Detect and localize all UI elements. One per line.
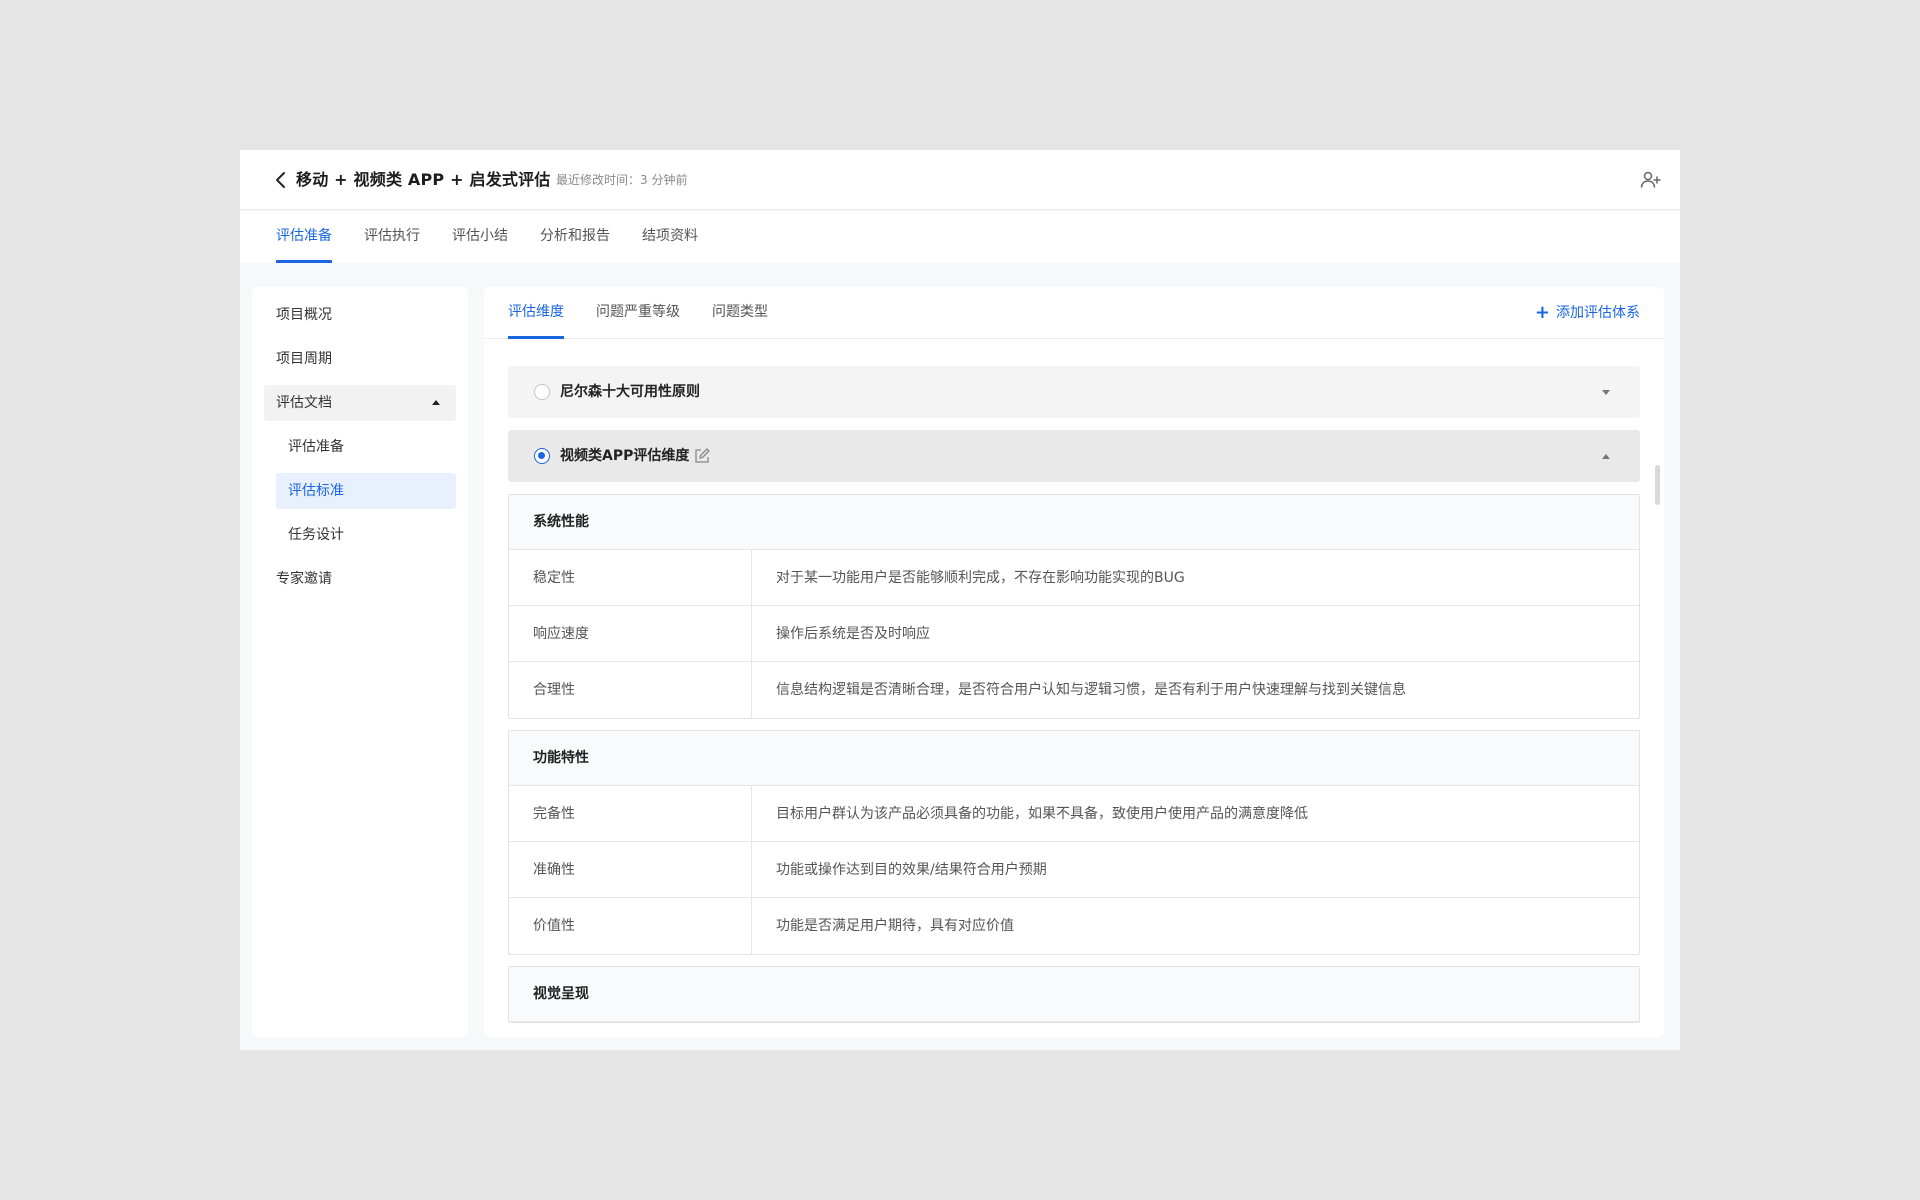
radio-button[interactable] — [534, 384, 550, 400]
title-divider — [539, 171, 540, 189]
table-row: 完备性 目标用户群认为该产品必须具备的功能，如果不具备，致使用户使用产品的满意度… — [509, 786, 1639, 842]
chevron-up-icon[interactable] — [1602, 454, 1610, 459]
page-title: 移动 + 视频类 APP + 启发式评估 — [296, 170, 551, 189]
top-navigation: 评估准备 评估执行 评估小结 分析和报告 结项资料 — [240, 211, 1680, 263]
section-title: 视觉呈现 — [509, 967, 1639, 1022]
table-row: 稳定性 对于某一功能用户是否能够顺利完成，不存在影响功能实现的BUG — [509, 550, 1639, 606]
add-system-button[interactable]: + 添加评估体系 — [1535, 287, 1640, 339]
criterion-description: 功能或操作达到目的效果/结果符合用户预期 — [776, 862, 1047, 878]
section-functionality: 功能特性 完备性 目标用户群认为该产品必须具备的功能，如果不具备，致使用户使用产… — [508, 730, 1640, 955]
tab-evaluation-execution[interactable]: 评估执行 — [364, 211, 420, 263]
criterion-name: 价值性 — [509, 898, 752, 954]
table-row: 响应速度 操作后系统是否及时响应 — [509, 606, 1639, 662]
criterion-name: 响应速度 — [509, 606, 752, 661]
criterion-description: 操作后系统是否及时响应 — [776, 626, 930, 642]
system-row-video-app[interactable]: 视频类APP评估维度 — [508, 430, 1640, 482]
system-row-nielsen[interactable]: 尼尔森十大可用性原则 — [508, 366, 1640, 418]
page-header: 移动 + 视频类 APP + 启发式评估 最近修改时间：3 分钟前 — [240, 150, 1680, 210]
app-window: 移动 + 视频类 APP + 启发式评估 最近修改时间：3 分钟前 评估准备 评… — [240, 150, 1680, 1050]
system-label: 尼尔森十大可用性原则 — [560, 384, 700, 400]
sidebar: 项目概况 项目周期 评估文档 评估准备 评估标准 任务设计 专家邀请 — [252, 287, 468, 1037]
criterion-description: 功能是否满足用户期待，具有对应价值 — [776, 918, 1014, 934]
sidebar-item-schedule[interactable]: 项目周期 — [264, 341, 456, 377]
sidebar-item-label: 评估标准 — [288, 483, 344, 499]
add-system-label: 添加评估体系 — [1556, 305, 1640, 321]
table-row: 准确性 功能或操作达到目的效果/结果符合用户预期 — [509, 842, 1639, 898]
sidebar-item-overview[interactable]: 项目概况 — [264, 297, 456, 333]
edit-icon[interactable] — [693, 447, 711, 465]
main-panel: 评估维度 问题严重等级 问题类型 + 添加评估体系 尼尔森十大可用性原则 视频类… — [484, 287, 1664, 1037]
tab-dimensions[interactable]: 评估维度 — [508, 287, 564, 339]
section-visual-presentation: 视觉呈现 — [508, 966, 1640, 1023]
scrollbar-thumb[interactable] — [1655, 465, 1660, 505]
sidebar-item-label: 评估准备 — [288, 439, 344, 455]
sidebar-item-task-design[interactable]: 任务设计 — [276, 517, 456, 553]
plus-icon: + — [1534, 302, 1550, 323]
sidebar-item-label: 专家邀请 — [276, 571, 332, 587]
tab-issue-types[interactable]: 问题类型 — [712, 287, 768, 339]
table-row: 价值性 功能是否满足用户期待，具有对应价值 — [509, 898, 1639, 954]
sidebar-item-prep[interactable]: 评估准备 — [276, 429, 456, 465]
tab-closing-materials[interactable]: 结项资料 — [642, 211, 698, 263]
sidebar-item-label: 评估文档 — [276, 395, 332, 411]
section-title: 功能特性 — [509, 731, 1639, 786]
section-system-performance: 系统性能 稳定性 对于某一功能用户是否能够顺利完成，不存在影响功能实现的BUG … — [508, 494, 1640, 719]
caret-up-icon — [432, 400, 440, 405]
criterion-name: 稳定性 — [509, 550, 752, 605]
sidebar-item-documents[interactable]: 评估文档 — [264, 385, 456, 421]
tab-evaluation-prep[interactable]: 评估准备 — [276, 211, 332, 263]
add-member-icon[interactable] — [1640, 170, 1662, 190]
sidebar-item-criteria[interactable]: 评估标准 — [276, 473, 456, 509]
tab-evaluation-summary[interactable]: 评估小结 — [452, 211, 508, 263]
last-modified-text: 最近修改时间：3 分钟前 — [556, 173, 688, 187]
dimension-content: 尼尔森十大可用性原则 视频类APP评估维度 系统性能 稳定性 对于某一功能用户是… — [484, 340, 1664, 1037]
tab-analysis-report[interactable]: 分析和报告 — [540, 211, 610, 263]
criterion-description: 信息结构逻辑是否清晰合理，是否符合用户认知与逻辑习惯，是否有利于用户快速理解与找… — [776, 682, 1406, 698]
sidebar-item-label: 项目概况 — [276, 307, 332, 323]
sidebar-item-label: 任务设计 — [288, 527, 344, 543]
radio-button-selected[interactable] — [534, 448, 550, 464]
system-label: 视频类APP评估维度 — [560, 448, 690, 464]
tab-severity-levels[interactable]: 问题严重等级 — [596, 287, 680, 339]
sub-tabs: 评估维度 问题严重等级 问题类型 + 添加评估体系 — [484, 287, 1664, 339]
criterion-description: 对于某一功能用户是否能够顺利完成，不存在影响功能实现的BUG — [776, 570, 1185, 586]
sidebar-item-label: 项目周期 — [276, 351, 332, 367]
back-arrow-icon[interactable] — [270, 169, 292, 191]
criterion-name: 准确性 — [509, 842, 752, 897]
criterion-name: 完备性 — [509, 786, 752, 841]
table-row: 合理性 信息结构逻辑是否清晰合理，是否符合用户认知与逻辑习惯，是否有利于用户快速… — [509, 662, 1639, 718]
chevron-down-icon[interactable] — [1602, 390, 1610, 395]
criterion-name: 合理性 — [509, 662, 752, 718]
sidebar-item-expert-invite[interactable]: 专家邀请 — [264, 561, 456, 597]
criterion-description: 目标用户群认为该产品必须具备的功能，如果不具备，致使用户使用产品的满意度降低 — [776, 806, 1308, 822]
section-title: 系统性能 — [509, 495, 1639, 550]
